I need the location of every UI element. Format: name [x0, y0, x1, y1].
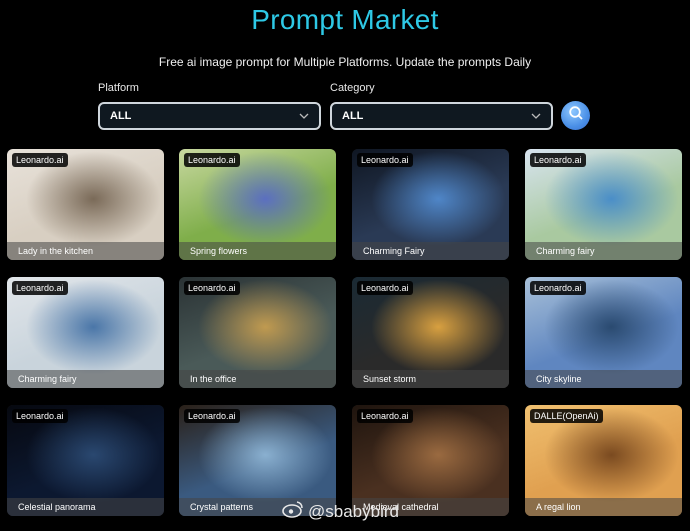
prompt-card-caption: Sunset storm — [352, 370, 509, 388]
platform-select-value: ALL — [110, 110, 132, 122]
prompt-card-caption: Charming fairy — [7, 370, 164, 388]
platform-select[interactable]: ALL — [98, 102, 321, 130]
category-select-value: ALL — [342, 110, 364, 122]
category-select[interactable]: ALL — [330, 102, 553, 130]
page-title: Prompt Market — [251, 4, 439, 35]
prompt-card[interactable]: Leonardo.ai Sunset storm — [352, 277, 509, 388]
platform-badge: Leonardo.ai — [357, 409, 413, 423]
platform-badge: Leonardo.ai — [184, 281, 240, 295]
prompt-card[interactable]: Leonardo.ai City skyline — [525, 277, 682, 388]
platform-badge: DALLE(OpenAi) — [530, 409, 603, 423]
platform-badge: Leonardo.ai — [530, 281, 586, 295]
prompt-card-caption: City skyline — [525, 370, 682, 388]
prompt-card-caption: Charming Fairy — [352, 242, 509, 260]
prompt-card-caption: Charming fairy — [525, 242, 682, 260]
platform-label: Platform — [98, 82, 139, 94]
prompt-card-caption: A regal lion — [525, 498, 682, 516]
chevron-down-icon — [299, 111, 309, 121]
prompt-card[interactable]: Leonardo.ai Charming fairy — [525, 149, 682, 260]
watermark: @sbabybird — [282, 500, 399, 523]
prompt-card[interactable]: Leonardo.ai Lady in the kitchen — [7, 149, 164, 260]
search-icon — [568, 105, 584, 126]
prompt-card[interactable]: Leonardo.ai Spring flowers — [179, 149, 336, 260]
platform-badge: Leonardo.ai — [12, 281, 68, 295]
prompt-card[interactable]: Leonardo.ai Celestial panorama — [7, 405, 164, 516]
page-subtitle: Free ai image prompt for Multiple Platfo… — [158, 55, 532, 69]
prompt-card-caption: Lady in the kitchen — [7, 242, 164, 260]
prompt-card-caption: Celestial panorama — [7, 498, 164, 516]
prompt-card[interactable]: Leonardo.ai In the office — [179, 277, 336, 388]
platform-badge: Leonardo.ai — [184, 153, 240, 167]
weibo-icon — [282, 500, 304, 523]
prompt-card-caption: Spring flowers — [179, 242, 336, 260]
platform-badge: Leonardo.ai — [357, 281, 413, 295]
platform-badge: Leonardo.ai — [12, 409, 68, 423]
platform-badge: Leonardo.ai — [12, 153, 68, 167]
watermark-text: @sbabybird — [308, 501, 399, 521]
chevron-down-icon — [531, 111, 541, 121]
platform-badge: Leonardo.ai — [530, 153, 586, 167]
platform-badge: Leonardo.ai — [184, 409, 240, 423]
platform-badge: Leonardo.ai — [357, 153, 413, 167]
search-button[interactable] — [561, 101, 590, 130]
prompt-card[interactable]: DALLE(OpenAi) A regal lion — [525, 405, 682, 516]
prompt-card-caption: In the office — [179, 370, 336, 388]
prompt-card[interactable]: Leonardo.ai Charming fairy — [7, 277, 164, 388]
category-label: Category — [330, 82, 375, 94]
prompt-card[interactable]: Leonardo.ai Charming Fairy — [352, 149, 509, 260]
